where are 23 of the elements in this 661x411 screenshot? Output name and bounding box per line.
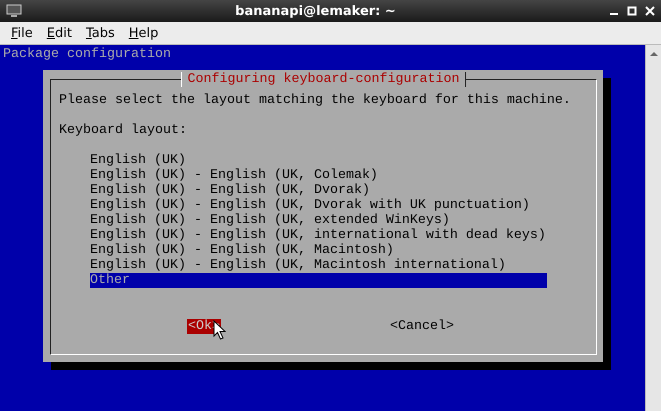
- maximize-icon[interactable]: [627, 6, 637, 16]
- prompt-text: Please select the layout matching the keyboard for this machine.: [59, 93, 572, 108]
- list-label: Keyboard layout:: [59, 123, 188, 138]
- menu-item[interactable]: Tabs: [78, 26, 122, 40]
- monitor-icon[interactable]: [6, 4, 22, 18]
- list-item[interactable]: English (UK) - English (UK, Dvorak): [90, 183, 547, 198]
- close-icon[interactable]: [645, 6, 655, 16]
- dialog-title: Configuring keyboard-configuration: [180, 72, 466, 87]
- list-item[interactable]: English (UK) - English (UK, extended WinKeys): [90, 213, 547, 228]
- list-item[interactable]: English (UK): [90, 153, 547, 168]
- menu-item[interactable]: File: [4, 26, 40, 40]
- list-item[interactable]: English (UK) - English (UK, Macintosh): [90, 243, 547, 258]
- terminal-header: Package configuration: [2, 47, 172, 62]
- list-item[interactable]: English (UK) - English (UK, Dvorak with UK punctuation): [90, 198, 547, 213]
- list-item[interactable]: English (UK) - English (UK, international with dead keys): [90, 228, 547, 243]
- scrollbar[interactable]: [645, 45, 661, 411]
- menu-item[interactable]: Help: [122, 26, 166, 40]
- dialog-button[interactable]: <Cancel>: [389, 319, 455, 334]
- list-item[interactable]: English (UK) - English (UK, Macintosh international): [90, 258, 547, 273]
- window-title: bananapi@lemaker: ~: [234, 4, 397, 18]
- list-item[interactable]: English (UK) - English (UK, Colemak): [90, 168, 547, 183]
- menu-item[interactable]: Edit: [40, 26, 79, 40]
- list-item[interactable]: Other: [90, 273, 547, 288]
